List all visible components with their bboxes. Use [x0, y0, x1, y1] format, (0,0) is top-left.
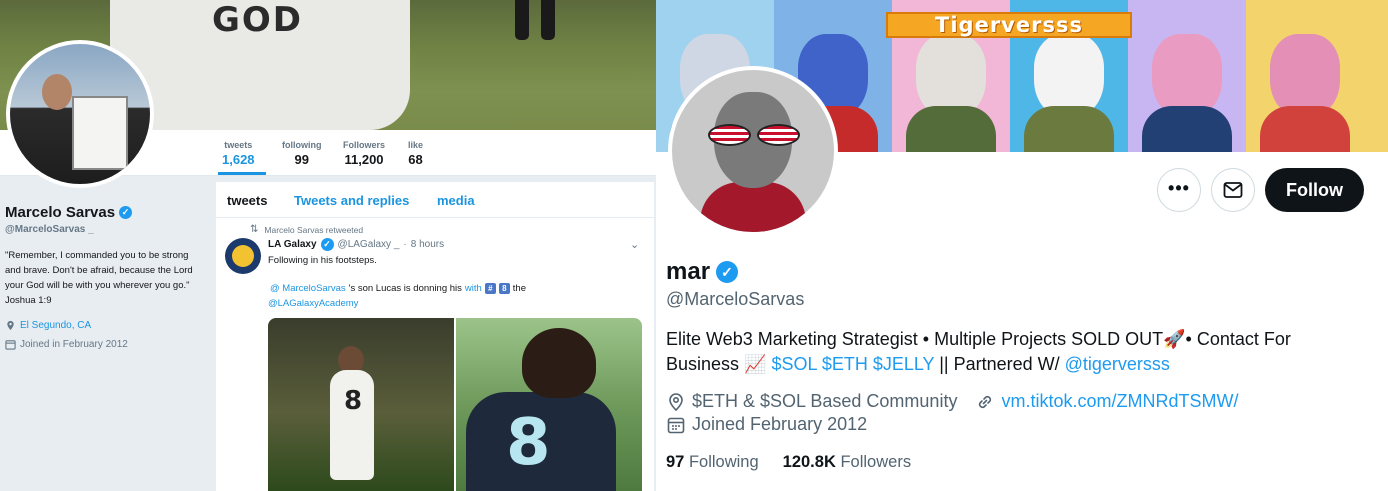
follow-button[interactable]: Follow — [1265, 168, 1364, 212]
tweet-author-avatar[interactable] — [225, 238, 261, 274]
modern-profile-panel: Tigerversss ••• Follow mar ✓ @MarceloSar… — [656, 0, 1388, 491]
retweet-icon: ⇅ — [250, 224, 259, 235]
retweet-context: ⇅ Marcelo Sarvas retweeted — [250, 224, 363, 235]
more-button[interactable]: ••• — [1157, 168, 1201, 212]
screenshot-root: GOD tweets 1,628 following 99 Followers … — [0, 0, 1388, 491]
profile-meta-row: $ETH & $SOL Based Community vm.tiktok.co… — [666, 391, 1238, 412]
profile-location: El Segundo, CA — [5, 320, 205, 331]
following-count: 97 — [666, 453, 685, 471]
timeline-panel: tweets Tweets and replies media ⇅ Marcel… — [216, 182, 654, 491]
stat-value: 1,628 — [222, 152, 255, 167]
profile-name-row: mar ✓ — [666, 258, 739, 286]
tweet-text-line: Following in his footsteps. — [268, 255, 377, 266]
joined-date: Joined in February 2012 — [20, 339, 128, 350]
bio-text: || Partnered W/ — [934, 354, 1065, 374]
profile-name-row: Marcelo Sarvas ✓ — [5, 204, 205, 221]
legacy-profile-panel: GOD tweets 1,628 following 99 Followers … — [0, 0, 656, 491]
tweet-header: LA Galaxy ✓ @LAGalaxy _ · 8 hours — [268, 238, 444, 251]
banner-tile — [1246, 0, 1388, 152]
stat-label: following — [282, 140, 322, 150]
profile-avatar[interactable] — [668, 66, 838, 236]
location-pin-icon — [7, 320, 14, 331]
bio-mention[interactable]: @tigerversss — [1065, 354, 1170, 374]
tweet-text: 's son Lucas is donning his — [348, 283, 462, 294]
location-pin-icon — [669, 392, 683, 411]
tweet-photo-right[interactable]: 8 — [456, 318, 642, 491]
following-count-link[interactable]: 97 Following — [666, 453, 759, 472]
banner-shirt-text: GOD — [212, 0, 304, 40]
profile-bio: Elite Web3 Marketing Strategist • Multip… — [666, 327, 1366, 377]
avatar-head — [42, 74, 72, 110]
profile-website-link[interactable]: vm.tiktok.com/ZMNRdTSMW/ — [1001, 391, 1238, 412]
photo-hair — [522, 328, 596, 398]
tweet-author-name[interactable]: LA Galaxy — [268, 239, 317, 250]
follow-counts: 97 Following 120.8K Followers — [666, 453, 911, 472]
stat-label: Followers — [343, 140, 386, 150]
jersey-number: 8 — [506, 406, 551, 480]
verified-badge-icon: ✓ — [119, 206, 133, 219]
tweet-photo-left[interactable]: 8 — [268, 318, 454, 491]
stat-followers[interactable]: Followers 11,200 — [343, 140, 385, 167]
message-button[interactable] — [1211, 168, 1255, 212]
banner-title: Tigerversss — [886, 12, 1132, 38]
verified-badge-icon[interactable]: ✓ — [716, 261, 739, 283]
retweet-note[interactable]: Marcelo Sarvas retweeted — [264, 225, 363, 235]
avatar-whiteboard — [72, 96, 128, 170]
chevron-down-icon[interactable]: ⌄ — [630, 238, 639, 251]
tweet-separator: · — [403, 239, 407, 250]
joined-date: Joined February 2012 — [692, 414, 868, 434]
tweet-text: the — [512, 283, 527, 294]
stat-following[interactable]: following 99 — [282, 140, 322, 167]
timeline-tabs: tweets Tweets and replies media — [216, 182, 654, 218]
tweet-mention[interactable]: @LAGalaxyAcademy — [268, 298, 358, 309]
stat-like[interactable]: like 68 — [408, 140, 423, 167]
tab-tweets-and-replies[interactable]: Tweets and replies — [294, 193, 409, 208]
stat-value: 99 — [294, 152, 309, 167]
avatar-flag-glasses — [708, 124, 800, 146]
avatar-hoodie — [700, 182, 806, 232]
stat-value: 68 — [408, 152, 423, 167]
tweet-text-line: @ MarceloSarvas 's son Lucas is donning … — [270, 283, 526, 294]
stat-label: like — [408, 140, 424, 150]
mail-icon — [1223, 182, 1243, 198]
location-link[interactable]: El Segundo, CA — [20, 320, 91, 331]
profile-name: mar — [666, 258, 711, 285]
profile-joined: Joined in February 2012 — [5, 339, 205, 350]
calendar-icon — [667, 417, 685, 433]
profile-info-card: Marcelo Sarvas ✓ @MarceloSarvas _ "Remem… — [5, 204, 205, 350]
profile-name[interactable]: Marcelo Sarvas — [5, 204, 115, 221]
jersey-number: 8 — [344, 386, 363, 416]
profile-handle: @MarceloSarvas — [666, 289, 805, 309]
profile-bio: "Remember, I commanded you to be strong … — [5, 250, 193, 306]
tab-tweets[interactable]: tweets — [227, 193, 267, 208]
profile-avatar[interactable] — [6, 40, 154, 188]
tweet-mention[interactable]: @ MarceloSarvas — [270, 283, 346, 294]
profile-handle[interactable]: @MarceloSarvas _ — [5, 224, 205, 235]
keycap-eight-emoji: 8 — [498, 283, 510, 294]
followers-count: 120.8K — [782, 453, 836, 471]
profile-meta-row: Joined February 2012 — [666, 414, 867, 435]
stat-label: tweets — [224, 140, 253, 150]
tweet-author-handle[interactable]: @LAGalaxy _ — [338, 239, 400, 250]
following-label: Following — [688, 453, 759, 471]
tweet-text-with: with — [464, 283, 482, 294]
stat-tweets[interactable]: tweets 1,628 — [222, 140, 255, 167]
tweet-timestamp[interactable]: 8 hours — [411, 239, 444, 250]
banner-legs — [515, 0, 565, 40]
banner-tile — [1128, 0, 1246, 152]
keycap-hash-emoji: # — [484, 283, 496, 294]
followers-count-link[interactable]: 120.8K Followers — [783, 453, 911, 472]
more-icon: ••• — [1168, 178, 1190, 198]
followers-label: Followers — [840, 453, 912, 471]
active-stat-underline — [218, 172, 266, 175]
link-icon — [979, 395, 992, 408]
profile-location: $ETH & $SOL Based Community — [692, 391, 958, 411]
tab-media[interactable]: media — [437, 193, 475, 208]
bio-cashtags[interactable]: $SOL $ETH $JELLY — [771, 354, 934, 374]
calendar-icon — [5, 340, 16, 350]
stat-value: 11,200 — [344, 152, 384, 167]
verified-badge-icon: ✓ — [320, 238, 334, 251]
tweet-media-grid[interactable]: 8 8 — [268, 318, 642, 491]
